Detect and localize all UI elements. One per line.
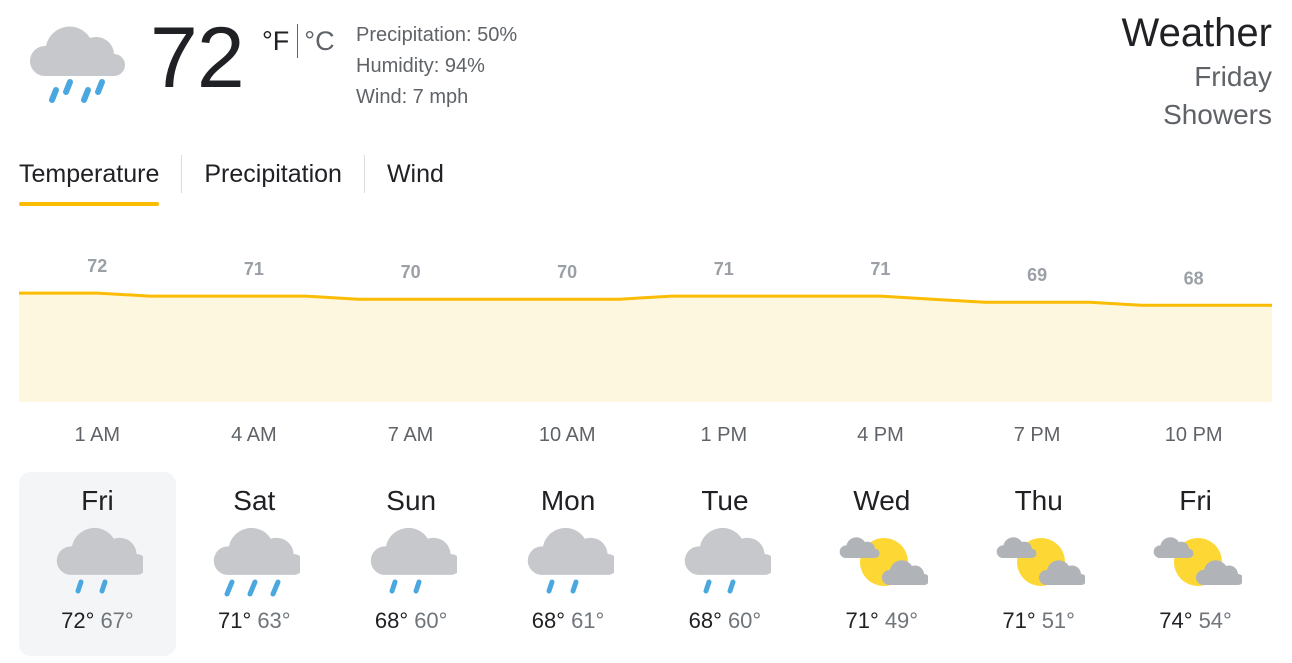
- day-card-sat[interactable]: Sat 71° 63°: [176, 472, 333, 656]
- day-card-thu[interactable]: Thu 71° 51°: [960, 472, 1117, 656]
- low-temp: 60°: [727, 608, 762, 633]
- rain-cloud-icon: [26, 14, 130, 110]
- day-card-tue[interactable]: Tue 68° 60°: [647, 472, 804, 656]
- metric-tabs: Temperature Precipitation Wind: [19, 152, 444, 206]
- heavy-rain-cloud-icon: [208, 524, 305, 600]
- current-condition: Showers: [1163, 99, 1272, 130]
- temperature-area: [19, 293, 1272, 402]
- day-card-wed[interactable]: Wed 71° 49°: [803, 472, 960, 656]
- temperature-chart-svg: 72 71 70 70 71 71 69 68: [19, 256, 1272, 402]
- low-temp: 51°: [1041, 608, 1075, 633]
- low-temp: 61°: [571, 608, 605, 633]
- temperature-data-label: 70: [401, 262, 421, 282]
- tab-precipitation[interactable]: Precipitation: [204, 152, 342, 206]
- high-temp: 71°: [218, 608, 252, 633]
- rain-cloud-icon: [522, 524, 619, 600]
- unit-switcher: °F °C: [262, 24, 335, 58]
- high-temp: 71°: [845, 608, 879, 633]
- hour-tick-label: 1 PM: [700, 424, 748, 446]
- temperature-data-label: 68: [1184, 268, 1204, 288]
- hour-axis: 1 AM 4 AM 7 AM 10 AM 1 PM 4 PM 7 PM 10 PM: [19, 424, 1272, 454]
- celsius-toggle[interactable]: °C: [304, 26, 334, 57]
- hour-tick-label: 10 AM: [538, 424, 596, 446]
- high-temp: 72°: [61, 608, 95, 633]
- low-temp: 60°: [414, 608, 448, 633]
- day-card-sun[interactable]: Sun 68° 60°: [333, 472, 490, 656]
- temperature-data-label: 69: [1027, 265, 1047, 285]
- low-temp: 63°: [257, 608, 291, 633]
- day-name: Wed: [853, 485, 911, 516]
- current-temperature: 72: [150, 10, 245, 106]
- rain-cloud-icon: [679, 524, 775, 600]
- temperature-data-label: 72: [87, 256, 107, 276]
- day-name: Mon: [540, 485, 596, 516]
- partly-cloudy-icon: [836, 524, 930, 600]
- hour-tick-label: 7 PM: [1013, 424, 1061, 446]
- widget-title: Weather: [1121, 11, 1272, 55]
- temperature-data-label: 71: [244, 259, 264, 279]
- high-temp: 71°: [1002, 608, 1036, 633]
- low-temp: 54°: [1198, 608, 1232, 633]
- tab-divider: [181, 155, 183, 193]
- partly-cloudy-icon: [1150, 524, 1244, 600]
- partly-cloudy-icon: [993, 524, 1087, 600]
- hour-tick-label: 1 AM: [74, 424, 121, 446]
- day-temps: 68° 61°: [490, 608, 647, 634]
- hour-tick-label: 4 AM: [231, 424, 277, 446]
- high-temp: 74°: [1159, 608, 1193, 633]
- day-name: Sun: [386, 485, 437, 516]
- temperature-data-label: 70: [557, 262, 577, 282]
- low-temp: 67°: [100, 608, 134, 633]
- rain-cloud-icon: [365, 524, 462, 600]
- hour-tick-label: 4 PM: [857, 424, 904, 446]
- unit-divider: [297, 24, 299, 58]
- humidity-text: Humidity: 94%: [356, 55, 485, 77]
- daily-forecast: Fri 72° 67° Sat 71° 63° Sun 68° 60° Mon 68°…: [19, 472, 1274, 656]
- day-temps: 74° 54°: [1117, 608, 1274, 634]
- current-day: Friday: [1194, 61, 1272, 92]
- fahrenheit-toggle[interactable]: °F: [262, 26, 289, 57]
- tab-divider: [363, 155, 365, 193]
- low-temp: 49°: [884, 608, 919, 633]
- wind-text: Wind: 7 mph: [356, 86, 469, 108]
- high-temp: 68°: [688, 608, 722, 633]
- day-name: Tue: [701, 485, 749, 516]
- temperature-data-label: 71: [714, 259, 734, 279]
- hour-tick-label: 7 AM: [387, 424, 434, 446]
- day-temps: 68° 60°: [333, 608, 490, 634]
- day-temps: 71° 49°: [803, 608, 960, 634]
- high-temp: 68°: [374, 608, 409, 633]
- day-card-fri[interactable]: Fri 72° 67°: [19, 472, 176, 656]
- day-temps: 71° 63°: [176, 608, 333, 634]
- tab-temperature[interactable]: Temperature: [19, 152, 160, 206]
- day-name: Sat: [233, 485, 276, 516]
- temperature-data-label: 71: [870, 259, 890, 279]
- high-temp: 68°: [531, 608, 566, 633]
- day-card-fri[interactable]: Fri 74° 54°: [1117, 472, 1274, 656]
- day-card-mon[interactable]: Mon 68° 61°: [490, 472, 647, 656]
- tab-wind[interactable]: Wind: [387, 152, 444, 206]
- day-name: Fri: [1179, 485, 1212, 516]
- weather-header: Weather Friday Showers: [1122, 10, 1272, 134]
- rain-cloud-icon: [51, 524, 148, 600]
- weather-details: Precipitation: 50% Humidity: 94% Wind: 7…: [356, 20, 517, 113]
- day-temps: 71° 51°: [960, 608, 1117, 634]
- temperature-chart: 72 71 70 70 71 71 69 68: [19, 232, 1272, 407]
- day-name: Fri: [81, 485, 114, 516]
- day-temps: 72° 67°: [19, 608, 176, 634]
- hour-tick-label: 10 PM: [1164, 424, 1223, 446]
- day-temps: 68° 60°: [647, 608, 804, 634]
- precipitation-text: Precipitation: 50%: [356, 24, 518, 46]
- day-name: Thu: [1014, 485, 1063, 516]
